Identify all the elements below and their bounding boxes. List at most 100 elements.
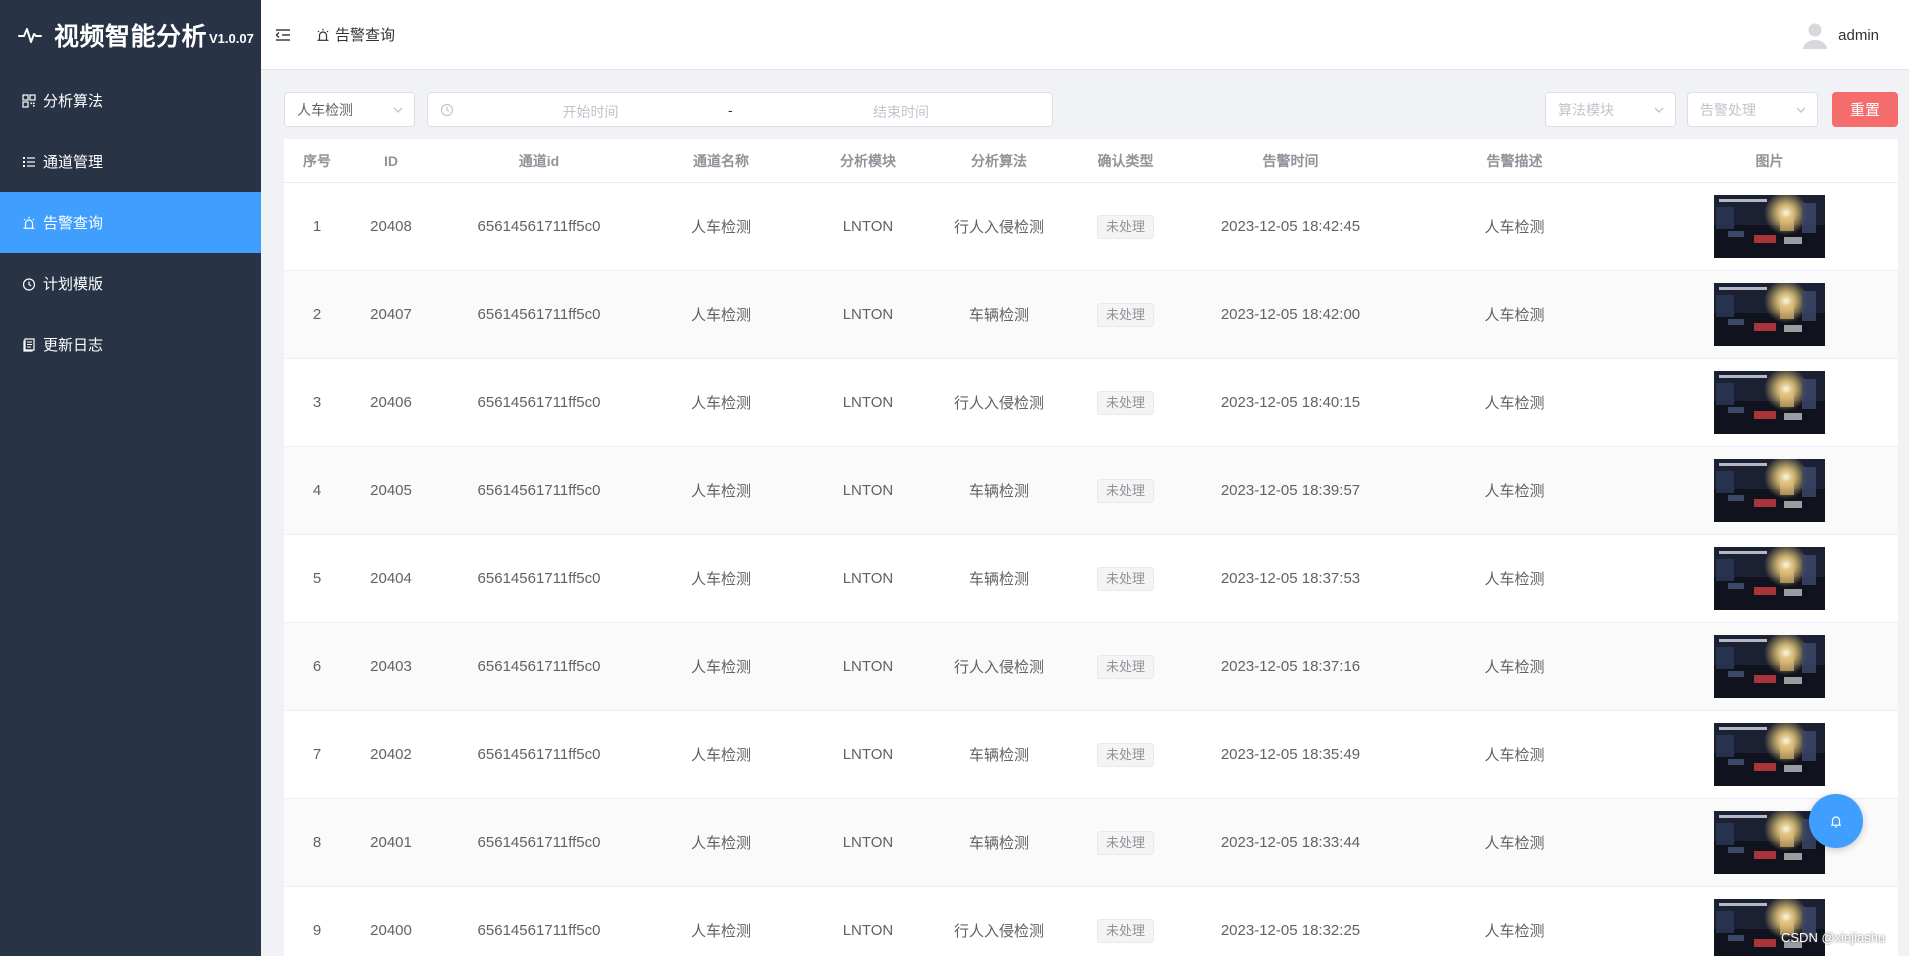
analysis-module-cell: LNTON <box>842 482 894 499</box>
sidebar-item-channels[interactable]: 通道管理 <box>0 131 261 192</box>
alarm-snapshot-thumbnail[interactable] <box>1714 195 1825 258</box>
app-title: 视频智能分析 <box>54 23 208 51</box>
status-badge: 未处理 <box>1096 302 1154 327</box>
alarm-description-cell: 人车检测 <box>1484 395 1545 412</box>
avatar <box>1803 23 1828 49</box>
analysis-algorithm-cell: 行人入侵检测 <box>953 219 1044 236</box>
alarm-description-cell: 人车检测 <box>1484 483 1545 500</box>
column-header: 通道id <box>518 152 560 169</box>
alarm-icon <box>317 28 329 41</box>
alarm-description-cell: 人车检测 <box>1484 307 1545 324</box>
status-badge: 未处理 <box>1096 478 1154 503</box>
image-cell <box>1641 371 1898 434</box>
alarm-id-cell: 20403 <box>370 658 412 675</box>
bell-icon <box>1831 816 1841 828</box>
alarm-snapshot-thumbnail[interactable] <box>1714 899 1825 956</box>
top-header: 告警查询 admin <box>261 0 1909 70</box>
analysis-module-cell: LNTON <box>842 306 894 323</box>
column-header: 分析模块 <box>840 152 896 169</box>
menu-fold-icon[interactable] <box>275 28 291 42</box>
alarm-time-cell: 2023-12-05 18:42:00 <box>1220 306 1361 323</box>
channel-id-cell: 65614561711ff5c0 <box>477 218 601 235</box>
table-row[interactable]: 5 20404 65614561711ff5c0 人车检测 LNTON 车辆检测 未处理 20… <box>284 535 1898 623</box>
alarm-id-cell: 20405 <box>370 482 412 499</box>
snapshot-image <box>1714 283 1825 346</box>
table-row[interactable]: 2 20407 65614561711ff5c0 人车检测 LNTON 车辆检测 未处理 20… <box>284 271 1898 359</box>
user-menu[interactable]: admin <box>1800 20 1879 50</box>
sidebar-item-alarms[interactable]: 告警查询 <box>0 192 261 253</box>
alarm-description-cell: 人车检测 <box>1484 835 1545 852</box>
confirm-type-cell: 未处理 <box>1058 390 1193 415</box>
image-cell <box>1641 723 1898 786</box>
alarm-snapshot-thumbnail[interactable] <box>1714 635 1825 698</box>
sidebar-item-label: 更新日志 <box>43 337 104 354</box>
sidebar-item-label: 分析算法 <box>43 93 104 110</box>
algorithm-module-select[interactable]: 算法模块 <box>1545 92 1676 127</box>
alarm-id-cell: 20404 <box>370 570 412 587</box>
alarm-snapshot-thumbnail[interactable] <box>1714 723 1825 786</box>
row-index-cell: 8 <box>312 834 322 851</box>
row-index-cell: 1 <box>312 218 322 235</box>
column-header: 序号 <box>303 152 331 169</box>
channel-id-cell: 65614561711ff5c0 <box>477 658 601 675</box>
analysis-algorithm-cell: 行人入侵检测 <box>953 923 1044 940</box>
date-range-picker[interactable]: 开始时间 - 结束时间 <box>427 92 1053 127</box>
table-row[interactable]: 1 20408 65614561711ff5c0 人车检测 LNTON 行人入侵检测 未处理… <box>284 183 1898 271</box>
sidebar-item-changelog[interactable]: 更新日志 <box>0 314 261 375</box>
grid-icon <box>22 93 36 108</box>
alarm-snapshot-thumbnail[interactable] <box>1714 459 1825 522</box>
alarm-snapshot-thumbnail[interactable] <box>1714 547 1825 610</box>
watermark: CSDN @xiejiashu <box>1781 930 1886 945</box>
channel-id-cell: 65614561711ff5c0 <box>477 746 601 763</box>
row-index-cell: 9 <box>312 922 322 939</box>
alarm-notification-button[interactable] <box>1809 794 1863 848</box>
sidebar-item-plans[interactable]: 计划模版 <box>0 253 261 314</box>
status-badge: 未处理 <box>1096 654 1154 679</box>
clock-icon <box>22 277 36 291</box>
table-row[interactable]: 6 20403 65614561711ff5c0 人车检测 LNTON 行人入侵检测 未处理… <box>284 623 1898 711</box>
end-time-input[interactable]: 结束时间 <box>748 102 1054 122</box>
alarm-time-cell: 2023-12-05 18:37:16 <box>1220 658 1361 675</box>
start-time-input[interactable]: 开始时间 <box>458 102 723 122</box>
alarm-id-cell: 20406 <box>370 394 412 411</box>
row-index-cell: 3 <box>312 394 322 411</box>
chevron-down-icon <box>1796 107 1806 113</box>
breadcrumb: 告警查询 <box>316 24 395 45</box>
chevron-down-icon <box>1654 107 1664 113</box>
analysis-algorithm-cell: 车辆检测 <box>968 307 1029 324</box>
reset-button[interactable]: 重置 <box>1832 92 1898 127</box>
alarm-handle-select[interactable]: 告警处理 <box>1687 92 1818 127</box>
column-header: 确认类型 <box>1097 152 1154 169</box>
alarm-table: 序号 ID 通道id 通道名称 分析模块 分析算法 确认类型 告警时间 告警描述… <box>284 139 1898 956</box>
status-badge: 未处理 <box>1096 390 1154 415</box>
sidebar-item-algorithms[interactable]: 分析算法 <box>0 70 261 131</box>
table-row[interactable]: 8 20401 65614561711ff5c0 人车检测 LNTON 车辆检测 未处理 20… <box>284 799 1898 887</box>
snapshot-image <box>1714 723 1825 786</box>
brand: 视频智能分析 V1.0.07 <box>0 0 261 70</box>
image-cell <box>1641 547 1898 610</box>
range-separator: - <box>728 102 733 118</box>
channel-name-cell: 人车检测 <box>690 219 751 236</box>
row-index-cell: 4 <box>312 482 322 499</box>
analysis-algorithm-cell: 车辆检测 <box>968 571 1029 588</box>
alarm-id-cell: 20400 <box>370 922 412 939</box>
algorithm-module-placeholder: 算法模块 <box>1558 101 1614 118</box>
table-row[interactable]: 7 20402 65614561711ff5c0 人车检测 LNTON 车辆检测 未处理 20… <box>284 711 1898 799</box>
channel-name-cell: 人车检测 <box>690 483 751 500</box>
channel-select[interactable]: 人车检测 <box>284 92 415 127</box>
table-row[interactable]: 3 20406 65614561711ff5c0 人车检测 LNTON 行人入侵检测 未处理… <box>284 359 1898 447</box>
alarm-snapshot-thumbnail[interactable] <box>1714 283 1825 346</box>
table-row[interactable]: 9 20400 65614561711ff5c0 人车检测 LNTON 行人入侵检测 未处理… <box>284 887 1898 956</box>
table-row[interactable]: 4 20405 65614561711ff5c0 人车检测 LNTON 车辆检测 未处理 20… <box>284 447 1898 535</box>
alarm-time-cell: 2023-12-05 18:37:53 <box>1220 570 1361 587</box>
status-badge: 未处理 <box>1096 830 1154 855</box>
alarm-snapshot-thumbnail[interactable] <box>1714 371 1825 434</box>
row-index-cell: 6 <box>312 658 322 675</box>
alarm-id-cell: 20408 <box>370 218 412 235</box>
image-cell <box>1641 459 1898 522</box>
image-cell <box>1641 195 1898 258</box>
analysis-module-cell: LNTON <box>842 394 894 411</box>
confirm-type-cell: 未处理 <box>1058 742 1193 767</box>
sidebar-menu: 分析算法 通道管理 告警查询 计划模版 更新日志 <box>0 70 261 375</box>
row-index-cell: 5 <box>312 570 322 587</box>
